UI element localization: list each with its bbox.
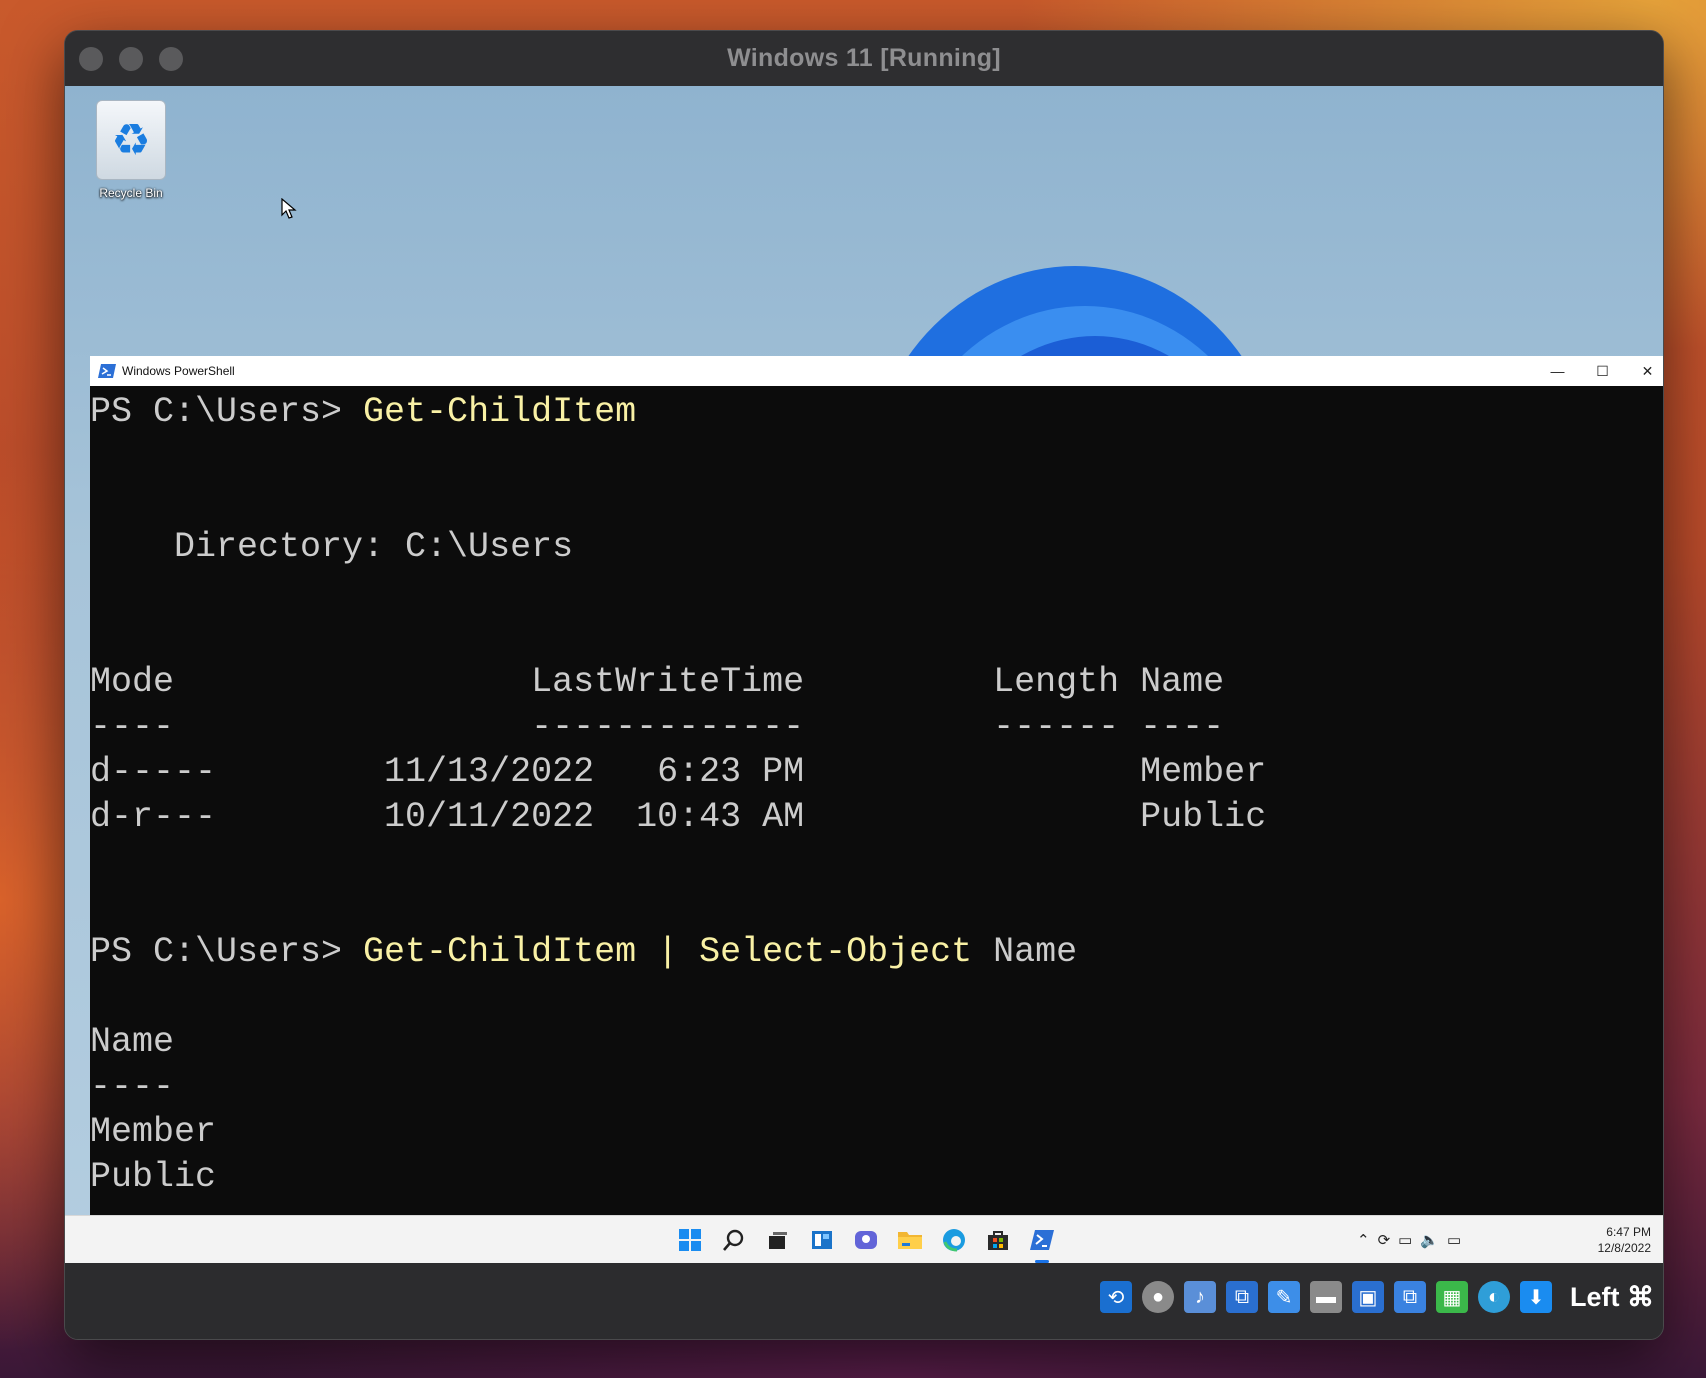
console-output[interactable]: PS C:\Users> Get-ChildItem Directory: C:… [90,386,1663,1200]
vm-titlebar[interactable]: Windows 11 [Running] [65,31,1663,86]
mouse-cursor-icon [281,198,297,219]
zoom-button[interactable] [159,47,183,71]
console-output-line: Public [90,1157,217,1197]
console-command-line: PS C:\Users> Get-ChildItem | Select-Obje… [90,930,1663,975]
download-icon[interactable]: ⬇ [1520,1281,1552,1313]
shared-folders-icon[interactable]: ▬ [1310,1281,1342,1313]
console-output-line: Name [90,1022,175,1062]
volume-icon[interactable]: 🔈 [1420,1231,1439,1249]
minimize-button[interactable] [119,47,143,71]
maximize-button[interactable]: ☐ [1580,356,1625,386]
console-output-line: Member [90,1112,217,1152]
console-output-line: ---- [90,1067,175,1107]
task-view-icon[interactable] [763,1225,793,1255]
edge-icon[interactable] [939,1225,969,1255]
widgets-icon[interactable] [807,1225,837,1255]
display-icon[interactable]: ▣ [1352,1281,1384,1313]
battery-icon[interactable]: ▭ [1447,1231,1461,1249]
recycle-bin-label: Recycle Bin [99,186,163,200]
powershell-title: Windows PowerShell [122,364,235,378]
powershell-titlebar[interactable]: Windows PowerShell — ☐ ✕ [90,356,1663,386]
console-output-line: d-r--- 10/11/2022 10:43 AM Public [90,797,1267,837]
chat-icon[interactable] [851,1225,881,1255]
powershell-window[interactable]: Windows PowerShell — ☐ ✕ PS C:\Users> Ge… [90,356,1663,1270]
recycle-bin[interactable]: ♻ Recycle Bin [83,100,179,200]
console-command-argument: Name [972,932,1078,972]
taskbar: ⌃ ⟳ ▭ 🔈 ▭ 6:47 PM 12/8/2022 [65,1215,1663,1264]
store-icon[interactable] [983,1225,1013,1255]
audio-icon[interactable]: ♪ [1184,1281,1216,1313]
network-icon[interactable]: ▭ [1398,1231,1412,1249]
console-command-line: PS C:\Users> Get-ChildItem [90,390,1663,435]
vm-title: Windows 11 [Running] [727,44,1001,72]
usb-icon[interactable]: ✎ [1268,1281,1300,1313]
hard-disk-icon[interactable]: ⟲ [1100,1281,1132,1313]
clock-date: 12/8/2022 [1597,1241,1651,1255]
minimize-button[interactable]: — [1535,356,1580,386]
powershell-window-controls: — ☐ ✕ [1535,356,1663,386]
network-adapter-icon[interactable]: ⧉ [1226,1281,1258,1313]
console-command: Get-ChildItem | Select-Object [363,932,973,972]
close-button[interactable]: ✕ [1625,356,1663,386]
powershell-icon[interactable] [1027,1225,1057,1263]
console-output-line: Directory: C:\Users [90,527,574,567]
console-output-line: d----- 11/13/2022 6:23 PM Member [90,752,1267,792]
guest-desktop[interactable]: ♻ Recycle Bin Windows PowerShell — ☐ ✕ P… [65,86,1663,1270]
cpu-icon[interactable]: ▦ [1436,1281,1468,1313]
clock-time: 6:47 PM [1606,1225,1651,1239]
sync-icon[interactable]: ⟳ [1378,1231,1391,1249]
optical-drive-icon[interactable]: ● [1142,1281,1174,1313]
recycle-bin-icon: ♻ [96,100,166,180]
window-controls [79,47,183,71]
console-prompt: PS C:\Users> [90,392,364,432]
file-explorer-icon[interactable] [895,1225,925,1255]
vm-status-icons: ⟲ ● ♪ ⧉ ✎ ▬ ▣ ⧉ ▦ ◐ ⬇ Left ⌘ [1100,1281,1654,1313]
guest-additions-icon[interactable]: ◐ [1478,1281,1510,1313]
taskbar-apps [675,1216,1057,1264]
powershell-window-icon [98,364,116,378]
console-command: Get-ChildItem [363,392,637,432]
show-hidden-icons-icon[interactable]: ⌃ [1357,1231,1370,1249]
close-button[interactable] [79,47,103,71]
console-prompt: PS C:\Users> [90,932,364,972]
start-icon[interactable] [675,1225,705,1255]
console-output-line: Mode LastWriteTime Length Name [90,662,1225,702]
host-key-label: Left ⌘ [1570,1281,1654,1312]
video-capture-icon[interactable]: ⧉ [1394,1281,1426,1313]
vm-window: Windows 11 [Running] ♻ Recycle Bin Windo… [64,30,1664,1340]
search-icon[interactable] [719,1225,749,1255]
console-output-line: ---- ------------- ------ ---- [90,707,1225,747]
system-tray: ⌃ ⟳ ▭ 🔈 ▭ [1357,1216,1461,1264]
clock[interactable]: 6:47 PM 12/8/2022 [1598,1224,1651,1256]
vm-status-bar: ⟲ ● ♪ ⧉ ✎ ▬ ▣ ⧉ ▦ ◐ ⬇ Left ⌘ [65,1263,1663,1339]
